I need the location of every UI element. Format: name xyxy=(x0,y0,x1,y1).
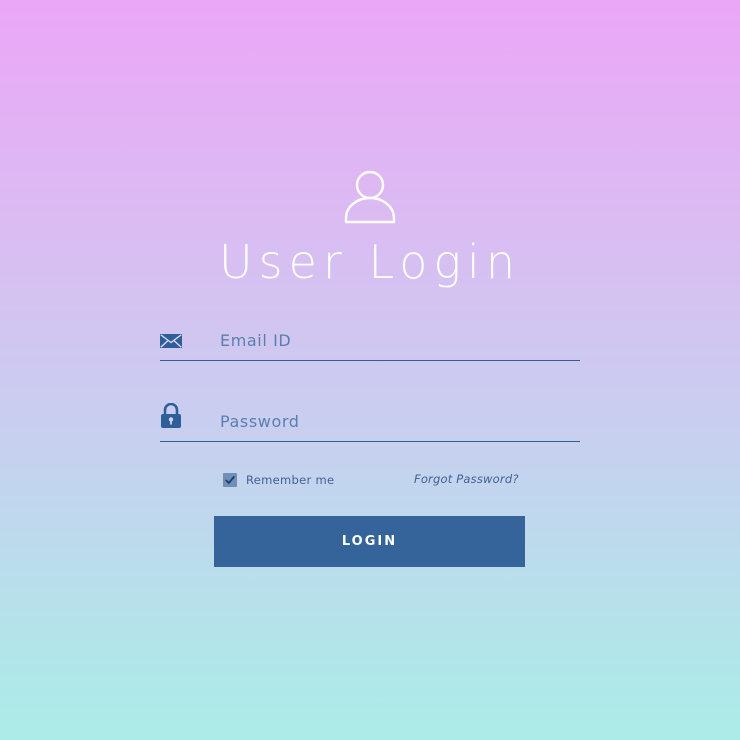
login-button[interactable]: LOGIN xyxy=(214,516,525,567)
lock-icon xyxy=(161,403,181,428)
login-screen: User Login Remember me Forgot Password? … xyxy=(0,0,740,740)
page-title: User Login xyxy=(219,235,521,289)
remember-me-label: Remember me xyxy=(246,473,335,487)
user-avatar-icon xyxy=(344,170,396,224)
password-field xyxy=(160,401,580,442)
email-input[interactable] xyxy=(220,324,575,356)
remember-checkbox[interactable] xyxy=(223,473,237,487)
forgot-password-link[interactable]: Forgot Password? xyxy=(414,472,519,486)
envelope-icon xyxy=(160,334,182,348)
checkmark-icon xyxy=(225,476,235,484)
email-field xyxy=(160,320,580,361)
password-input[interactable] xyxy=(220,405,575,437)
remember-me-toggle[interactable]: Remember me xyxy=(223,472,334,488)
